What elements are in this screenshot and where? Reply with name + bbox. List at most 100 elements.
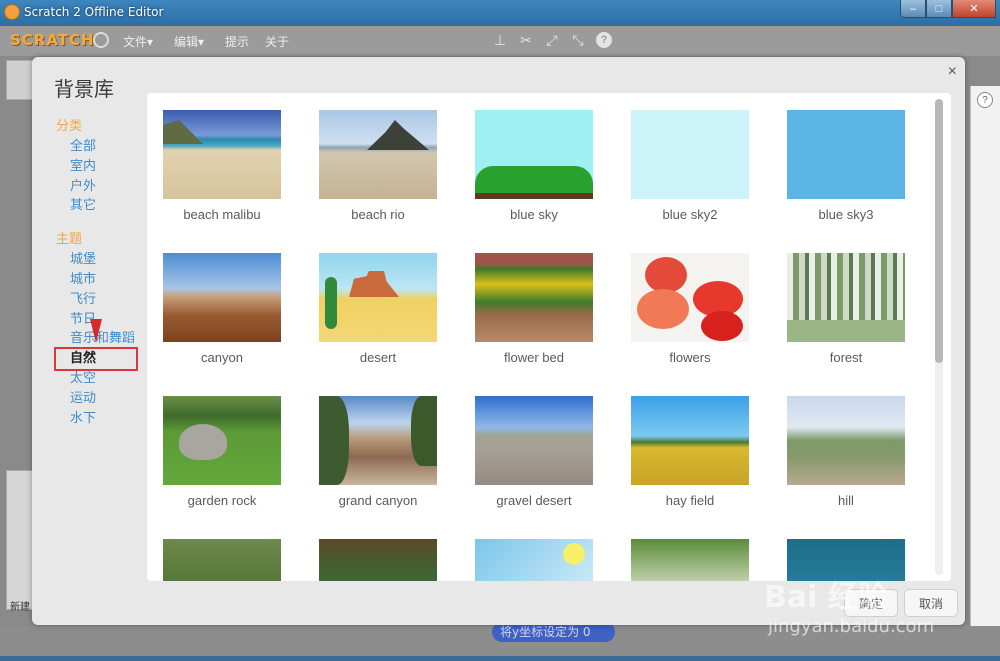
category-indoors[interactable]: 室内 bbox=[56, 155, 146, 175]
delete-scissors-icon[interactable]: ✂ bbox=[518, 32, 534, 49]
dialog-close-icon[interactable]: × bbox=[948, 63, 957, 81]
menu-edit[interactable]: 编辑▾ bbox=[174, 33, 204, 50]
tips-panel bbox=[970, 86, 1000, 626]
backdrop-tile[interactable]: beach malibu bbox=[163, 110, 281, 231]
backdrop-name: desert bbox=[359, 350, 397, 365]
window-controls: – □ ✕ bbox=[900, 0, 996, 18]
backdrop-thumbnail bbox=[163, 253, 281, 342]
backdrop-thumbnail bbox=[163, 396, 281, 485]
library-sidebar: 分类 全部 室内 户外 其它 主题 城堡 城市 飞行 节日 音乐和舞蹈 自然 太… bbox=[56, 115, 146, 440]
backdrop-tile[interactable]: gravel desert bbox=[475, 396, 593, 517]
backdrop-tile[interactable]: hay field bbox=[631, 396, 749, 517]
backdrop-name: beach rio bbox=[351, 207, 405, 222]
backdrop-tile[interactable]: forest bbox=[787, 253, 905, 374]
backdrop-name: grand canyon bbox=[338, 493, 418, 508]
backdrop-tile[interactable]: blue sky3 bbox=[787, 110, 905, 231]
duplicate-stamp-icon[interactable]: ⊥ bbox=[492, 32, 508, 49]
category-outdoors[interactable]: 户外 bbox=[56, 175, 146, 195]
theme-castle[interactable]: 城堡 bbox=[56, 248, 146, 268]
backdrop-thumbnail bbox=[787, 253, 905, 342]
backdrop-thumbnail bbox=[319, 253, 437, 342]
backdrop-name: blue sky bbox=[510, 207, 558, 222]
category-group: 分类 全部 室内 户外 其它 bbox=[56, 115, 146, 214]
backdrop-tile[interactable]: beach rio bbox=[319, 110, 437, 231]
shrink-icon[interactable]: ⤡ bbox=[570, 32, 586, 49]
backdrop-name: hay field bbox=[665, 493, 715, 508]
baidu-watermark: Bai 经验 bbox=[764, 580, 888, 615]
backdrop-gallery: beach malibu beach rio blue sky blue sky… bbox=[147, 93, 951, 581]
backdrop-tile[interactable]: hill bbox=[787, 396, 905, 517]
backdrop-thumbnail bbox=[163, 539, 281, 581]
category-all[interactable]: 全部 bbox=[56, 135, 146, 155]
backdrop-name: blue sky2 bbox=[662, 207, 718, 222]
backdrop-name: canyon bbox=[201, 350, 243, 365]
backdrop-tile[interactable]: flower bed bbox=[475, 253, 593, 374]
scratch-cat-icon bbox=[4, 4, 20, 20]
dialog-title: 背景库 bbox=[54, 77, 114, 101]
window-titlebar: Scratch 2 Offline Editor – □ ✕ bbox=[0, 0, 1000, 26]
backdrop-tile[interactable]: blue sky2 bbox=[631, 110, 749, 231]
backdrop-thumbnail bbox=[475, 253, 593, 342]
theme-sports[interactable]: 运动 bbox=[56, 387, 146, 407]
backdrop-tile[interactable]: flowers bbox=[631, 253, 749, 374]
backdrop-thumbnail bbox=[163, 110, 281, 199]
menu-tips[interactable]: 提示 bbox=[225, 33, 249, 50]
new-backdrop-label: 新建 bbox=[10, 602, 30, 613]
backdrop-thumbnail bbox=[787, 396, 905, 485]
backdrop-tile[interactable]: desert bbox=[319, 253, 437, 374]
backdrop-thumbnail bbox=[631, 396, 749, 485]
maximize-button[interactable]: □ bbox=[926, 0, 952, 18]
close-window-button[interactable]: ✕ bbox=[952, 0, 996, 18]
backdrop-name: flowers bbox=[669, 350, 711, 365]
backdrop-thumbnail bbox=[787, 110, 905, 199]
backdrop-thumbnail bbox=[631, 110, 749, 199]
taskbar bbox=[0, 656, 1000, 661]
backdrop-name: hill bbox=[838, 493, 854, 508]
backdrop-tile[interactable]: canyon bbox=[163, 253, 281, 374]
backdrop-thumbnail bbox=[319, 396, 437, 485]
cancel-button[interactable]: 取消 bbox=[904, 589, 959, 617]
scratch-logo[interactable]: SCRATCH bbox=[10, 31, 95, 49]
backdrop-grid: beach malibu beach rio blue sky blue sky… bbox=[163, 110, 905, 581]
toolbar-tools: ⊥ ✂ ⤢ ⤡ ? bbox=[492, 32, 612, 49]
gallery-scroll-thumb[interactable] bbox=[935, 99, 943, 363]
scratch-menubar: SCRATCH 文件▾ 编辑▾ 提示 关于 ⊥ ✂ ⤢ ⤡ ? bbox=[0, 26, 1000, 56]
backdrop-thumbnail bbox=[475, 539, 593, 581]
backdrop-thumbnail bbox=[319, 539, 437, 581]
language-globe-icon[interactable] bbox=[93, 32, 109, 48]
minimize-button[interactable]: – bbox=[900, 0, 926, 18]
backdrop-tile[interactable] bbox=[631, 539, 749, 581]
backdrop-tile[interactable]: grand canyon bbox=[319, 396, 437, 517]
theme-heading: 主题 bbox=[56, 232, 83, 248]
backdrop-name: blue sky3 bbox=[818, 207, 874, 222]
theme-city[interactable]: 城市 bbox=[56, 268, 146, 288]
backdrop-tile[interactable]: garden rock bbox=[163, 396, 281, 517]
annotation-arrow bbox=[90, 319, 102, 343]
backdrop-thumbnail bbox=[631, 253, 749, 342]
backdrop-name: garden rock bbox=[187, 493, 257, 508]
backdrop-tile[interactable] bbox=[319, 539, 437, 581]
backdrop-name: beach malibu bbox=[183, 207, 261, 222]
theme-flying[interactable]: 飞行 bbox=[56, 288, 146, 308]
motion-block: 将y坐标设定为 0 bbox=[492, 622, 615, 642]
baidu-watermark-url: jingyan.baidu.com bbox=[768, 616, 935, 637]
grow-icon[interactable]: ⤢ bbox=[544, 32, 560, 49]
backdrop-name: forest bbox=[829, 350, 863, 365]
backdrop-thumbnail bbox=[475, 110, 593, 199]
backdrop-tile[interactable] bbox=[163, 539, 281, 581]
menu-about[interactable]: 关于 bbox=[265, 33, 289, 50]
backdrop-tile[interactable]: blue sky bbox=[475, 110, 593, 231]
tips-help-icon[interactable]: ? bbox=[977, 92, 993, 108]
menu-file[interactable]: 文件▾ bbox=[123, 33, 153, 50]
help-icon[interactable]: ? bbox=[596, 32, 612, 48]
theme-underwater[interactable]: 水下 bbox=[56, 407, 146, 427]
backdrop-thumbnail bbox=[631, 539, 749, 581]
gallery-scrollbar[interactable] bbox=[935, 99, 943, 575]
category-heading: 分类 bbox=[56, 119, 83, 134]
backdrop-tile[interactable] bbox=[475, 539, 593, 581]
window-title: Scratch 2 Offline Editor bbox=[24, 5, 164, 19]
annotation-highlight-box bbox=[54, 347, 138, 371]
backdrop-name: flower bed bbox=[504, 350, 564, 365]
category-other[interactable]: 其它 bbox=[56, 194, 146, 214]
backdrop-name: gravel desert bbox=[496, 493, 572, 508]
